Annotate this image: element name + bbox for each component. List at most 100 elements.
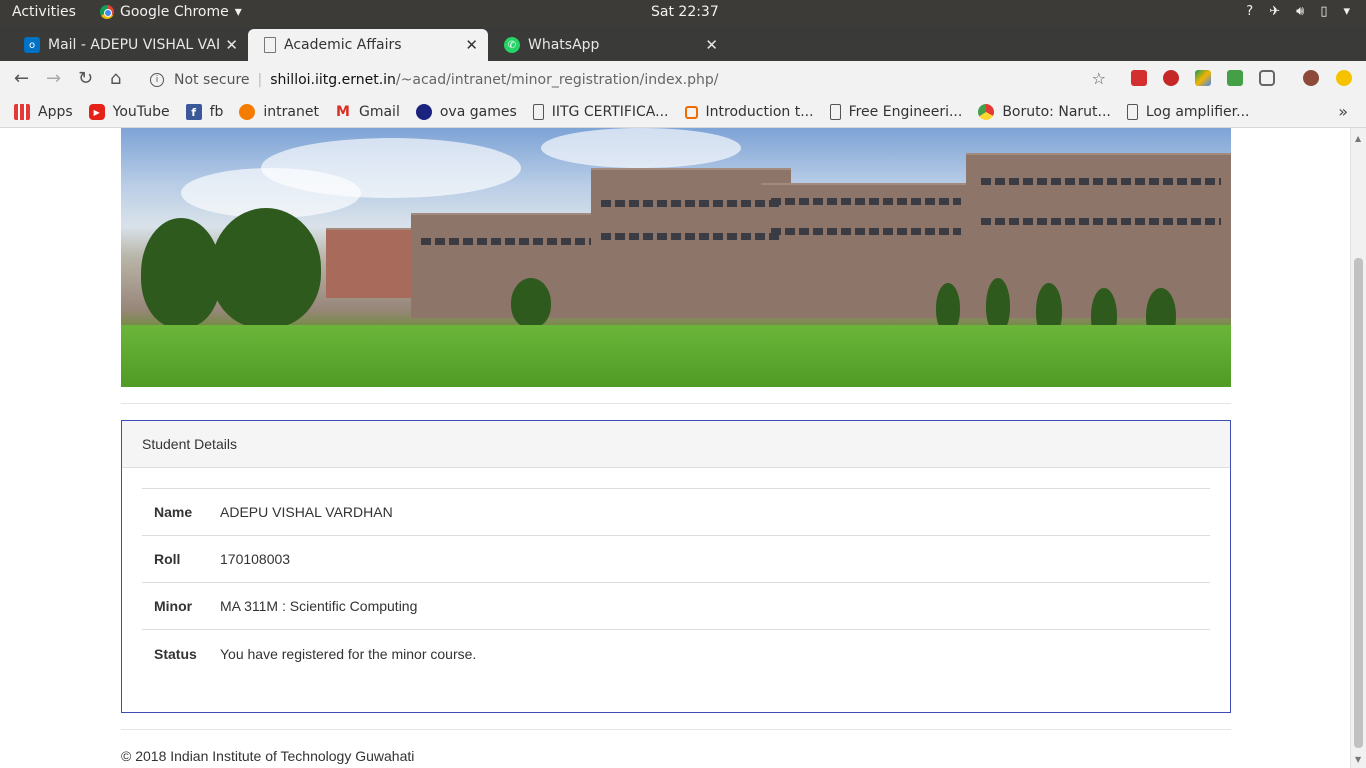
bookmark-star-icon[interactable]: ☆	[1092, 69, 1106, 88]
row-value: You have registered for the minor course…	[220, 645, 477, 662]
bookmark-intranet[interactable]: intranet	[239, 104, 319, 120]
bookmark-label: intranet	[263, 104, 319, 120]
extension-red-icon[interactable]	[1131, 70, 1147, 86]
pocket-icon[interactable]	[1259, 70, 1275, 86]
scrollbar-thumb[interactable]	[1354, 258, 1363, 748]
divider	[121, 729, 1231, 730]
bookmark-label: Log amplifier...	[1145, 104, 1250, 120]
system-tray[interactable]: ? ✈ 🔊︎ ▯ ▾	[1246, 4, 1350, 19]
bookmark-iitg-certificate[interactable]: IITG CERTIFICA...	[532, 104, 669, 120]
extension-green-icon[interactable]	[1227, 70, 1243, 86]
profile-avatar[interactable]	[1303, 70, 1319, 86]
apps-grid-icon	[14, 104, 30, 120]
bookmark-youtube[interactable]: ▶ YouTube	[88, 104, 170, 120]
bookmark-gmail[interactable]: M Gmail	[335, 104, 400, 120]
url-path: /~acad/intranet/minor_registration/index…	[395, 71, 719, 88]
clock[interactable]: Sat 22:37	[651, 4, 719, 20]
help-icon[interactable]: ?	[1246, 4, 1253, 19]
airplane-icon[interactable]: ✈	[1269, 4, 1280, 19]
close-icon[interactable]: ✕	[225, 36, 238, 54]
page-icon	[1126, 104, 1138, 120]
power-menu-icon[interactable]: ▾	[1343, 4, 1350, 19]
info-icon[interactable]: i	[150, 72, 164, 87]
ova-games-icon	[415, 104, 432, 120]
security-label: Not secure	[174, 71, 250, 88]
row-key: Roll	[154, 551, 181, 567]
bookmark-apps[interactable]: Apps	[14, 104, 73, 120]
back-icon[interactable]: ←	[14, 68, 29, 89]
bookmark-free-engineering[interactable]: Free Engineeri...	[829, 104, 963, 120]
page-footer: © 2018 Indian Institute of Technology Gu…	[121, 748, 415, 764]
bookmarks-overflow-icon[interactable]: »	[1338, 102, 1348, 121]
tab-title: Academic Affairs	[284, 37, 402, 53]
page-viewport: Student Details Name ADEPU VISHAL VARDHA…	[0, 128, 1350, 768]
adblock-icon[interactable]	[1163, 70, 1179, 86]
update-icon[interactable]	[1336, 70, 1352, 86]
bookmark-label: Free Engineeri...	[848, 104, 963, 120]
whatsapp-icon: ✆	[504, 37, 520, 53]
tab-academic-affairs[interactable]: Academic Affairs ✕	[248, 29, 488, 61]
divider	[121, 403, 1231, 404]
bookmark-label: Introduction t...	[705, 104, 814, 120]
browser-toolbar: ← → ↻ ⌂ i Not secure | shilloi.iitg.erne…	[0, 61, 1366, 97]
bookmark-label: Gmail	[358, 104, 400, 120]
bookmark-label: Boruto: Narut...	[1002, 104, 1111, 120]
tab-title: WhatsApp	[528, 37, 600, 53]
panel-heading: Student Details	[122, 421, 1230, 468]
bookmark-log-amplifier[interactable]: Log amplifier...	[1126, 104, 1250, 120]
bookmark-label: YouTube	[112, 104, 170, 120]
outlook-icon: o	[24, 37, 40, 53]
bookmark-fb[interactable]: f fb	[185, 104, 224, 120]
row-value: 170108003	[220, 551, 291, 567]
activities-button[interactable]: Activities	[12, 4, 76, 20]
campus-banner-image	[121, 128, 1231, 387]
boruto-icon	[978, 104, 995, 120]
row-key: Name	[154, 504, 193, 520]
row-key: Status	[154, 645, 197, 662]
table-row-roll: Roll 170108003	[142, 536, 1210, 583]
row-value: ADEPU VISHAL VARDHAN	[220, 504, 393, 520]
student-details-panel: Student Details Name ADEPU VISHAL VARDHA…	[121, 420, 1231, 713]
chip-icon	[684, 105, 698, 119]
page-icon	[532, 104, 544, 120]
battery-icon[interactable]: ▯	[1320, 4, 1327, 19]
scroll-down-icon[interactable]: ▼	[1355, 755, 1361, 764]
address-bar[interactable]: i Not secure | shilloi.iitg.ernet.in /~a…	[140, 66, 1120, 93]
close-icon[interactable]: ✕	[705, 36, 718, 54]
facebook-icon: f	[185, 104, 202, 120]
youtube-icon: ▶	[88, 104, 105, 120]
bookmark-label: ova games	[439, 104, 517, 120]
bookmark-label: Apps	[38, 104, 73, 120]
google-drive-icon[interactable]	[1195, 70, 1211, 86]
bookmark-label: fb	[209, 104, 224, 120]
vertical-scrollbar[interactable]: ▲ ▼	[1350, 128, 1366, 768]
app-menu-label: Google Chrome	[120, 4, 229, 20]
page-icon	[829, 104, 841, 120]
omnibox-divider: |	[257, 71, 263, 88]
page-icon	[264, 37, 276, 53]
forward-icon[interactable]: →	[46, 68, 61, 89]
table-row-name: Name ADEPU VISHAL VARDHAN	[142, 489, 1210, 536]
bookmark-label: IITG CERTIFICA...	[551, 104, 669, 120]
url-host: shilloi.iitg.ernet.in	[270, 71, 396, 88]
gmail-icon: M	[336, 104, 350, 120]
bookmarks-bar: Apps ▶ YouTube f fb intranet M Gmail ova…	[0, 97, 1366, 128]
student-details-table: Name ADEPU VISHAL VARDHAN Roll 170108003…	[142, 488, 1210, 677]
system-top-bar: Activities Google Chrome ▾ Sat 22:37 ? ✈…	[0, 0, 1366, 27]
tab-title: Mail - ADEPU VISHAL VAR	[48, 37, 220, 53]
close-icon[interactable]: ✕	[465, 36, 478, 54]
home-icon[interactable]: ⌂	[110, 68, 121, 89]
volume-icon[interactable]: 🔊︎	[1296, 4, 1304, 19]
bookmark-ova-games[interactable]: ova games	[415, 104, 517, 120]
app-menu[interactable]: Google Chrome ▾	[100, 4, 242, 20]
chrome-icon	[100, 5, 114, 19]
chevron-down-icon: ▾	[234, 4, 242, 20]
bookmark-boruto[interactable]: Boruto: Narut...	[978, 104, 1111, 120]
tab-mail[interactable]: o Mail - ADEPU VISHAL VAR ✕	[8, 29, 248, 61]
row-value: MA 311M : Scientific Computing	[220, 598, 418, 614]
row-key: Minor	[154, 598, 193, 614]
scroll-up-icon[interactable]: ▲	[1355, 134, 1361, 143]
tab-whatsapp[interactable]: ✆ WhatsApp ✕	[488, 29, 728, 61]
bookmark-introduction[interactable]: Introduction t...	[684, 104, 814, 120]
reload-icon[interactable]: ↻	[78, 68, 93, 89]
